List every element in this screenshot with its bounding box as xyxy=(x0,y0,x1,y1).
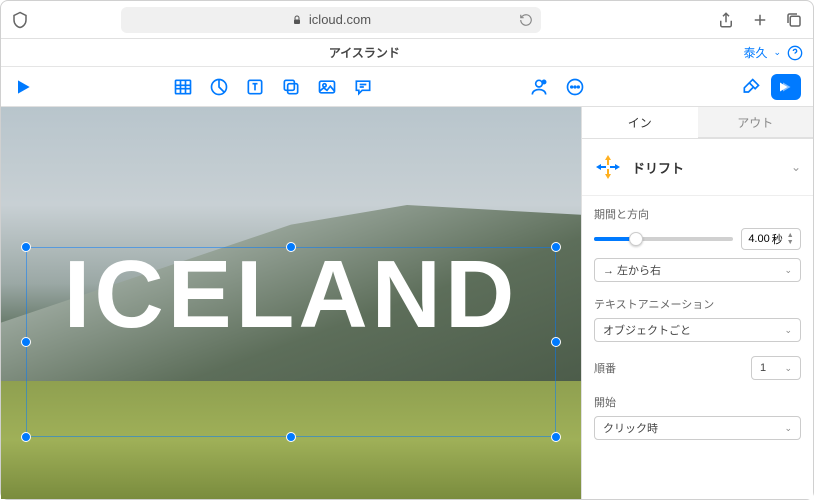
effect-name: ドリフト xyxy=(632,158,781,177)
start-section: 開始 クリック時 ⌄ xyxy=(582,384,813,444)
address-bar[interactable]: icloud.com xyxy=(121,7,541,33)
app-toolbar xyxy=(1,67,813,107)
duration-section: 期間と方向 4.00 秒 ▲▼ → 左から右 ⌄ xyxy=(582,196,813,286)
resize-handle[interactable] xyxy=(551,432,561,442)
resize-handle[interactable] xyxy=(551,242,561,252)
resize-handle[interactable] xyxy=(551,337,561,347)
slide-canvas[interactable]: ICELAND xyxy=(1,107,581,499)
resize-handle[interactable] xyxy=(21,242,31,252)
help-icon[interactable] xyxy=(787,45,803,61)
chevron-down-icon: ⌄ xyxy=(773,47,781,58)
order-section: 順番 1 ⌄ xyxy=(582,346,813,384)
resize-handle[interactable] xyxy=(286,432,296,442)
chevron-down-icon: ⌄ xyxy=(791,160,801,174)
animate-button[interactable] xyxy=(771,74,801,100)
collaborate-icon[interactable] xyxy=(529,77,549,97)
privacy-shield-icon[interactable] xyxy=(11,11,29,29)
resize-handle[interactable] xyxy=(21,337,31,347)
duration-stepper[interactable]: ▲▼ xyxy=(787,232,794,246)
tabs-icon[interactable] xyxy=(785,11,803,29)
tab-build-in[interactable]: イン xyxy=(582,107,698,138)
share-icon[interactable] xyxy=(717,11,735,29)
selection-outline xyxy=(26,247,556,437)
text-anim-select[interactable]: オブジェクトごと ⌄ xyxy=(594,318,801,342)
user-menu[interactable]: 泰久 ⌄ xyxy=(743,44,803,61)
duration-slider[interactable] xyxy=(594,237,733,241)
tab-build-out[interactable]: アウト xyxy=(698,107,814,138)
chevron-down-icon: ⌄ xyxy=(784,325,792,336)
slider-thumb[interactable] xyxy=(629,232,643,246)
refresh-icon[interactable] xyxy=(519,13,533,27)
chart-icon[interactable] xyxy=(209,77,229,97)
drift-icon xyxy=(594,153,622,181)
shape-icon[interactable] xyxy=(281,77,301,97)
order-label: 順番 xyxy=(594,360,743,376)
document-title: アイスランド xyxy=(329,44,400,61)
main-area: ICELAND イン アウト ドリフト xyxy=(1,107,813,499)
selected-text-box[interactable]: ICELAND xyxy=(26,247,556,437)
duration-label: 期間と方向 xyxy=(594,206,801,222)
new-tab-icon[interactable] xyxy=(751,11,769,29)
chevron-down-icon: ⌄ xyxy=(784,423,792,434)
text-icon[interactable] xyxy=(245,77,265,97)
insert-tools xyxy=(173,77,373,97)
comment-icon[interactable] xyxy=(353,77,373,97)
inspector-panel: イン アウト ドリフト ⌄ 期間と方向 xyxy=(581,107,813,499)
collab-tools xyxy=(529,77,585,97)
direction-select[interactable]: → 左から右 ⌄ xyxy=(594,258,801,282)
start-label: 開始 xyxy=(594,394,801,410)
start-select[interactable]: クリック時 ⌄ xyxy=(594,416,801,440)
user-name: 泰久 xyxy=(743,44,767,61)
resize-handle[interactable] xyxy=(286,242,296,252)
effect-selector[interactable]: ドリフト ⌄ xyxy=(582,139,813,196)
duration-input[interactable]: 4.00 秒 ▲▼ xyxy=(741,228,801,250)
lock-icon xyxy=(291,14,303,26)
text-anim-label: テキストアニメーション xyxy=(594,296,801,312)
format-brush-icon[interactable] xyxy=(741,77,761,97)
inspector-tabs: イン アウト xyxy=(582,107,813,139)
url-text: icloud.com xyxy=(309,12,371,27)
table-icon[interactable] xyxy=(173,77,193,97)
more-icon[interactable] xyxy=(565,77,585,97)
order-select[interactable]: 1 ⌄ xyxy=(751,356,801,380)
browser-toolbar: icloud.com xyxy=(1,1,813,39)
text-animation-section: テキストアニメーション オブジェクトごと ⌄ xyxy=(582,286,813,346)
chevron-down-icon: ⌄ xyxy=(784,363,792,374)
chevron-down-icon: ⌄ xyxy=(784,265,792,276)
resize-handle[interactable] xyxy=(21,432,31,442)
format-tools xyxy=(741,74,801,100)
play-button[interactable] xyxy=(13,77,33,97)
animate-icon xyxy=(777,78,795,96)
document-title-bar: アイスランド 泰久 ⌄ xyxy=(1,39,813,67)
media-icon[interactable] xyxy=(317,77,337,97)
